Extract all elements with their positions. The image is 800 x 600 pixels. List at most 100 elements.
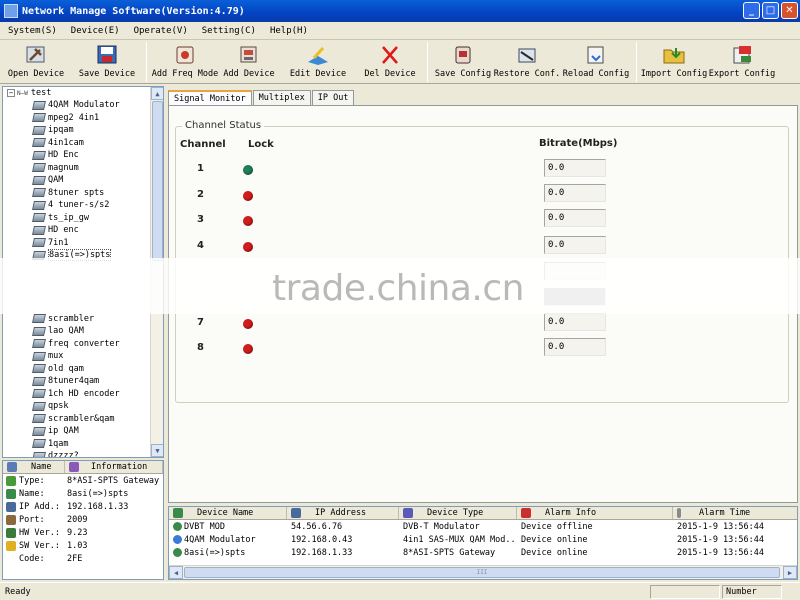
table-row[interactable]: 8asi(=>)spts 192.168.1.33 8*ASI-SPTS Gatew… (169, 546, 797, 559)
table-cell-text: DVB-T Modulator (403, 521, 480, 532)
tree-device-item[interactable]: old qam (3, 363, 163, 376)
tree-device-label: 1qam (48, 438, 69, 449)
menu-device[interactable]: Device(E) (63, 26, 126, 36)
scroll-thumb[interactable] (152, 101, 163, 261)
tree-device-item[interactable]: magnum (3, 162, 163, 175)
table-cell-text: DVBT MOD (184, 521, 225, 532)
table-horizontal-scrollbar[interactable]: ◀ III ▶ (169, 565, 797, 579)
menu-operate[interactable]: Operate(V) (126, 26, 194, 36)
tree-device-item[interactable]: 8tuner spts (3, 187, 163, 200)
tree-device-item[interactable]: 4in1cam (3, 137, 163, 150)
table-row[interactable]: 4QAM Modulator 192.168.0.43 4in1 SAS-MUX Q… (169, 533, 797, 546)
minimize-button[interactable]: _ (743, 2, 760, 19)
add-freq-mode-button[interactable]: Add Freq Mode (151, 40, 219, 82)
tree-device-item[interactable]: 7in1 (3, 237, 163, 250)
table-cell-text: 2015-1-9 13:56:44 (677, 534, 764, 545)
scroll-left-icon[interactable]: ◀ (169, 566, 183, 579)
export-config-button[interactable]: Export Config (707, 40, 777, 82)
menu-setting[interactable]: Setting(C) (194, 26, 262, 36)
tree-device-item[interactable]: dzzzz? (3, 450, 163, 457)
info-header: Name Information (3, 461, 163, 474)
info-key-icon (6, 540, 16, 551)
tree-device-item[interactable]: ipqam (3, 124, 163, 137)
tab-ip-out[interactable]: IP Out (311, 90, 355, 105)
tree-device-item[interactable]: freq converter (3, 338, 163, 351)
tree-device-item[interactable]: lao QAM (3, 325, 163, 338)
info-header-information[interactable]: Information (65, 461, 163, 473)
edit-device-button[interactable]: Edit Device (279, 40, 357, 82)
tree-device-item[interactable]: scrambler&qam (3, 413, 163, 426)
tree-device-item[interactable]: ts_ip_gw (3, 212, 163, 225)
close-button[interactable]: ✕ (781, 2, 798, 19)
scroll-right-icon[interactable]: ▶ (783, 566, 797, 579)
table-cell-text: 4in1 SAS-MUX QAM Mod... (403, 534, 517, 545)
status-text: Ready (5, 586, 31, 597)
device-icon (32, 351, 46, 361)
device-icon (32, 389, 46, 399)
scroll-down-icon[interactable]: ▼ (151, 444, 163, 457)
tree-device-item[interactable]: mux (3, 350, 163, 363)
device-icon (32, 175, 46, 185)
info-value: 9.23 (67, 527, 88, 538)
table-cell: 54.56.6.76 (287, 520, 399, 533)
info-row: Name: 8asi(=>)spts (3, 487, 163, 500)
save-config-button[interactable]: Save Config (432, 40, 494, 82)
table-row[interactable]: DVBT MOD 54.56.6.76 DVB-T Modulator Device … (169, 520, 797, 533)
info-header-name[interactable]: Name (3, 461, 65, 473)
tree-device-item[interactable]: 4 tuner-s/s2 (3, 199, 163, 212)
import-config-button[interactable]: Import Config (641, 40, 707, 82)
lock-indicator-red (243, 242, 253, 252)
tree-device-item[interactable]: scrambler (3, 313, 163, 326)
tab-multiplex[interactable]: Multiplex (252, 90, 311, 105)
save-device-button[interactable]: Save Device (72, 40, 142, 82)
tree-device-label: ip QAM (48, 426, 79, 437)
tree-device-item[interactable]: mpeg2 4in1 (3, 112, 163, 125)
tree-root[interactable]: − N̶W test (3, 87, 163, 99)
reload-config-button[interactable]: Reload Config (560, 40, 632, 82)
col-device-type[interactable]: Device Type (399, 507, 517, 519)
device-table-rows: DVBT MOD 54.56.6.76 DVB-T Modulator Device … (169, 520, 797, 559)
col-alarm-info[interactable]: Alarm Info (517, 507, 673, 519)
tree-device-item[interactable]: 8tuner4qam (3, 375, 163, 388)
add-device-button[interactable]: Add Device (219, 40, 279, 82)
menu-system[interactable]: System(S) (0, 26, 63, 36)
tree-device-item[interactable]: 1qam (3, 438, 163, 451)
device-icon (32, 314, 46, 324)
collapse-toggle-icon[interactable]: − (7, 89, 15, 97)
tree-device-item[interactable]: QAM (3, 174, 163, 187)
open-device-button[interactable]: Open Device (0, 40, 72, 82)
table-scroll-thumb[interactable]: III (184, 567, 780, 578)
channel-number: 7 (197, 317, 204, 328)
maximize-button[interactable]: □ (762, 2, 779, 19)
channel-status-title: Channel Status (182, 120, 265, 131)
restore-conf-label: Restore Conf. (493, 69, 561, 79)
toolbar-separator (146, 42, 147, 82)
col-device-name[interactable]: Device Name (169, 507, 287, 519)
tree-device-label: 4 tuner-s/s2 (48, 200, 110, 211)
tree-device-item[interactable]: 1ch HD encoder (3, 388, 163, 401)
restore-conf-button[interactable]: Restore Conf. (494, 40, 560, 82)
info-key-label: Code: (19, 553, 45, 564)
reload-config-label: Reload Config (562, 69, 630, 79)
tree-device-item[interactable]: ip QAM (3, 425, 163, 438)
scroll-up-icon[interactable]: ▲ (151, 87, 163, 100)
del-device-button[interactable]: Del Device (357, 40, 423, 82)
tree-device-item[interactable]: 4QAM Modulator (3, 99, 163, 112)
tree-device-item[interactable]: qpsk (3, 400, 163, 413)
device-status-icon (173, 548, 182, 557)
col-alarm-time[interactable]: Alarm Time (673, 507, 797, 519)
table-cell-text: Device offline (521, 521, 593, 532)
tree-device-label: mux (48, 351, 64, 362)
info-key-icon (6, 475, 16, 486)
device-icon (32, 225, 46, 235)
menu-help[interactable]: Help(H) (262, 26, 314, 36)
col-ip-address[interactable]: IP Address (287, 507, 399, 519)
info-key: SW Ver.: (3, 540, 67, 551)
tree-device-item[interactable]: HD Enc (3, 149, 163, 162)
tree-device-item[interactable]: HD enc (3, 224, 163, 237)
tree-device-label: HD enc (48, 225, 79, 236)
device-icon (32, 339, 46, 349)
tree-device-label: magnum (48, 162, 79, 173)
device-status-icon (173, 522, 182, 531)
tab-signal-monitor[interactable]: Signal Monitor (168, 90, 252, 106)
